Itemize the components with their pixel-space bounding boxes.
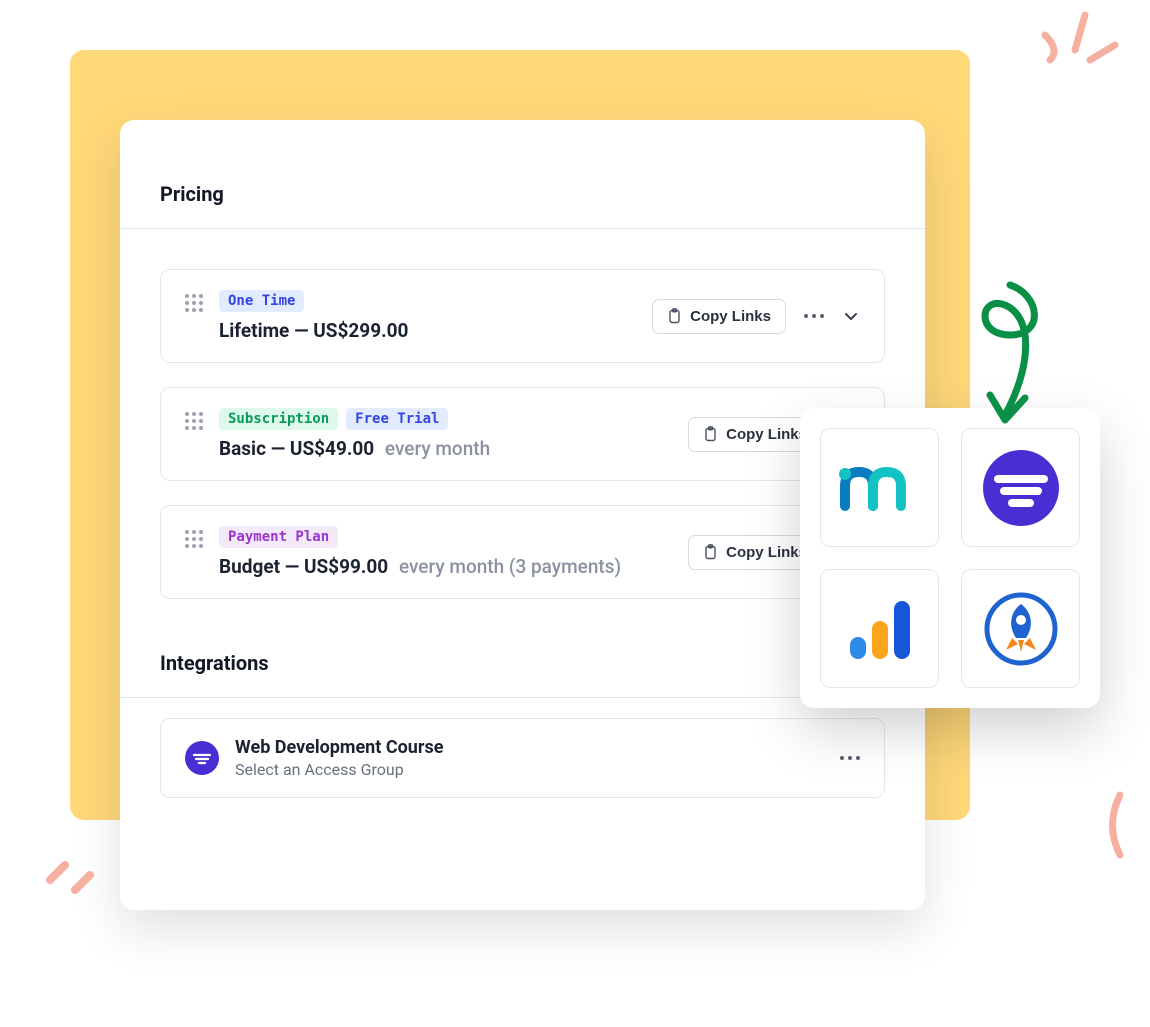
bar-chart-logo-icon (844, 593, 916, 665)
pricing-badge: Subscription (219, 408, 338, 430)
pricing-badge: One Time (219, 290, 304, 312)
decor-curly-arrow-icon (950, 280, 1060, 440)
more-menu-button[interactable] (840, 756, 860, 760)
decor-dash-icon (40, 840, 100, 900)
integration-logo-icon (185, 741, 219, 775)
decor-brace-icon (1100, 790, 1140, 860)
pricing-dash: — (285, 555, 304, 578)
pricing-badge: Free Trial (346, 408, 448, 430)
pricing-row: Payment Plan Budget — US$99.00 every mon… (160, 505, 885, 599)
pricing-dash: — (271, 437, 290, 460)
decor-spark-icon (1030, 0, 1120, 90)
pricing-name: Basic (219, 437, 266, 460)
pricing-suffix: every month (3 payments) (399, 555, 621, 578)
badge-row: One Time (219, 290, 414, 312)
pricing-amount: US$99.00 (304, 555, 388, 578)
more-menu-button[interactable] (804, 314, 824, 318)
pricing-row: Subscription Free Trial Basic — US$49.00… (160, 387, 885, 481)
pricing-dash: — (294, 319, 313, 342)
clipboard-icon (703, 426, 718, 442)
chevron-down-icon[interactable] (842, 307, 860, 325)
pricing-row: One Time Lifetime — US$299.00 (160, 269, 885, 363)
memberstack-logo-icon (839, 458, 921, 518)
pricing-suffix: every month (385, 437, 490, 460)
copy-links-label: Copy Links (726, 544, 807, 561)
app-tile-analytics[interactable] (820, 569, 939, 688)
pricing-amount: US$49.00 (290, 437, 374, 460)
integration-name: Web Development Course (235, 737, 443, 758)
badge-row: Subscription Free Trial (219, 408, 490, 430)
rocket-logo-icon (982, 590, 1060, 668)
drag-handle-icon[interactable] (185, 412, 203, 430)
integration-subtitle: Select an Access Group (235, 760, 443, 779)
drag-handle-icon[interactable] (185, 530, 203, 548)
pricing-section-title: Pricing (120, 160, 925, 228)
clipboard-icon (703, 544, 718, 560)
pricing-name: Lifetime (219, 319, 289, 342)
circle-lines-logo-icon (982, 449, 1060, 527)
pricing-amount: US$299.00 (313, 319, 408, 342)
copy-links-button[interactable]: Copy Links (652, 299, 786, 334)
app-tile-circle[interactable] (961, 428, 1080, 547)
pricing-name-price: Basic — US$49.00 every month (219, 437, 490, 460)
pricing-badge: Payment Plan (219, 526, 338, 548)
integration-row[interactable]: Web Development Course Select an Access … (160, 718, 885, 798)
clipboard-icon (667, 308, 682, 324)
pricing-name: Budget (219, 555, 280, 578)
badge-row: Payment Plan (219, 526, 621, 548)
pricing-name-price: Lifetime — US$299.00 (219, 319, 414, 342)
copy-links-label: Copy Links (690, 308, 771, 325)
apps-popover (800, 408, 1100, 708)
copy-links-label: Copy Links (726, 426, 807, 443)
app-tile-memberstack[interactable] (820, 428, 939, 547)
app-tile-rocket[interactable] (961, 569, 1080, 688)
drag-handle-icon[interactable] (185, 294, 203, 312)
pricing-name-price: Budget — US$99.00 every month (3 payment… (219, 555, 621, 578)
